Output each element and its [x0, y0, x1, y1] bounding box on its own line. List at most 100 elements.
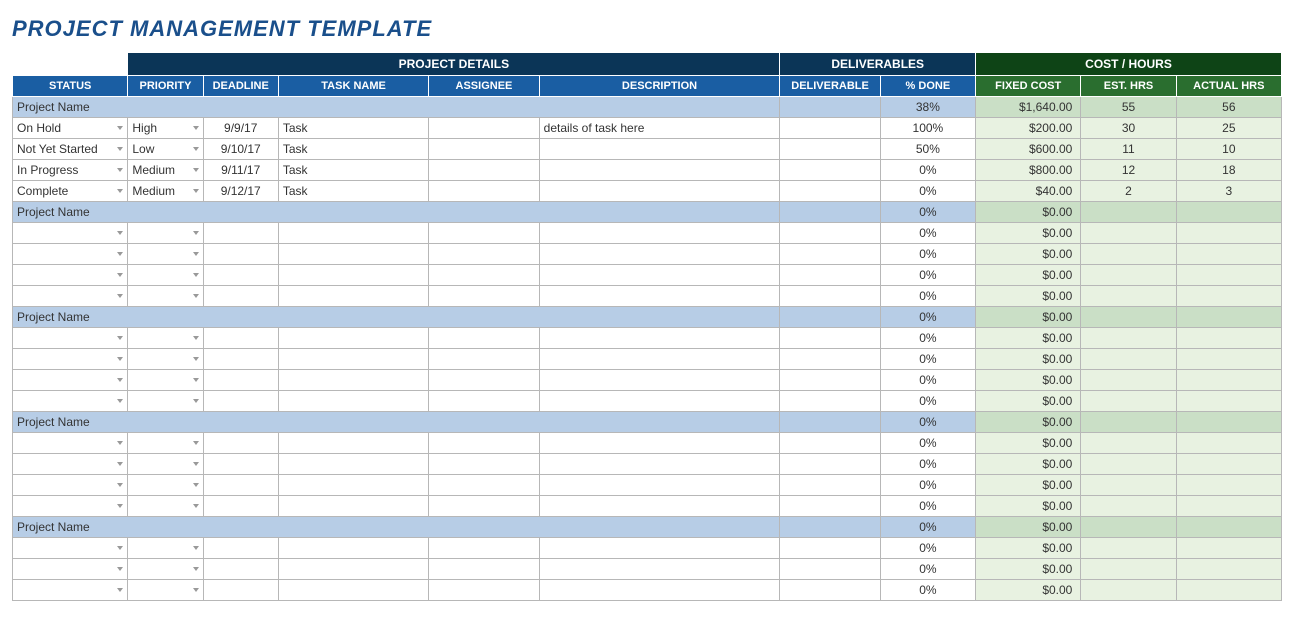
taskname-cell[interactable] — [278, 244, 428, 265]
actual-hrs-cell[interactable] — [1176, 244, 1281, 265]
status-cell[interactable] — [13, 475, 128, 496]
priority-cell[interactable] — [128, 286, 203, 307]
priority-cell[interactable] — [128, 370, 203, 391]
taskname-cell[interactable] — [278, 433, 428, 454]
percent-done-cell[interactable]: 100% — [880, 118, 975, 139]
percent-done-cell[interactable]: 0% — [880, 286, 975, 307]
fixed-cost-cell[interactable]: $0.00 — [976, 475, 1081, 496]
project-deliverable-cell[interactable] — [780, 202, 880, 223]
fixed-cost-cell[interactable]: $600.00 — [976, 139, 1081, 160]
est-hrs-cell[interactable] — [1081, 223, 1176, 244]
assignee-cell[interactable] — [429, 328, 539, 349]
deliverable-cell[interactable] — [780, 349, 880, 370]
taskname-cell[interactable] — [278, 349, 428, 370]
status-cell[interactable]: On Hold — [13, 118, 128, 139]
description-cell[interactable] — [539, 538, 780, 559]
est-hrs-cell[interactable] — [1081, 538, 1176, 559]
deliverable-cell[interactable] — [780, 328, 880, 349]
priority-cell[interactable] — [128, 349, 203, 370]
fixed-cost-cell[interactable]: $0.00 — [976, 370, 1081, 391]
actual-hrs-cell[interactable]: 3 — [1176, 181, 1281, 202]
fixed-cost-cell[interactable]: $0.00 — [976, 265, 1081, 286]
priority-cell[interactable] — [128, 328, 203, 349]
deliverable-cell[interactable] — [780, 391, 880, 412]
description-cell[interactable] — [539, 181, 780, 202]
percent-done-cell[interactable]: 0% — [880, 370, 975, 391]
priority-cell[interactable] — [128, 223, 203, 244]
assignee-cell[interactable] — [429, 118, 539, 139]
est-hrs-cell[interactable] — [1081, 496, 1176, 517]
deadline-cell[interactable] — [203, 580, 278, 601]
deliverable-cell[interactable] — [780, 538, 880, 559]
project-deliverable-cell[interactable] — [780, 517, 880, 538]
deadline-cell[interactable] — [203, 286, 278, 307]
percent-done-cell[interactable]: 0% — [880, 433, 975, 454]
priority-cell[interactable] — [128, 496, 203, 517]
priority-cell[interactable]: Low — [128, 139, 203, 160]
deadline-cell[interactable] — [203, 223, 278, 244]
status-cell[interactable] — [13, 433, 128, 454]
assignee-cell[interactable] — [429, 454, 539, 475]
deadline-cell[interactable] — [203, 328, 278, 349]
actual-hrs-cell[interactable]: 25 — [1176, 118, 1281, 139]
deliverable-cell[interactable] — [780, 370, 880, 391]
deliverable-cell[interactable] — [780, 181, 880, 202]
taskname-cell[interactable] — [278, 580, 428, 601]
assignee-cell[interactable] — [429, 391, 539, 412]
deadline-cell[interactable] — [203, 454, 278, 475]
status-cell[interactable] — [13, 286, 128, 307]
description-cell[interactable] — [539, 391, 780, 412]
percent-done-cell[interactable]: 0% — [880, 265, 975, 286]
fixed-cost-cell[interactable]: $0.00 — [976, 349, 1081, 370]
est-hrs-cell[interactable] — [1081, 265, 1176, 286]
taskname-cell[interactable] — [278, 286, 428, 307]
priority-cell[interactable]: Medium — [128, 160, 203, 181]
percent-done-cell[interactable]: 0% — [880, 559, 975, 580]
assignee-cell[interactable] — [429, 370, 539, 391]
est-hrs-cell[interactable] — [1081, 580, 1176, 601]
percent-done-cell[interactable]: 50% — [880, 139, 975, 160]
actual-hrs-cell[interactable] — [1176, 286, 1281, 307]
percent-done-cell[interactable]: 0% — [880, 223, 975, 244]
assignee-cell[interactable] — [429, 475, 539, 496]
est-hrs-cell[interactable] — [1081, 286, 1176, 307]
fixed-cost-cell[interactable]: $0.00 — [976, 559, 1081, 580]
taskname-cell[interactable] — [278, 496, 428, 517]
actual-hrs-cell[interactable] — [1176, 538, 1281, 559]
priority-cell[interactable] — [128, 433, 203, 454]
description-cell[interactable]: details of task here — [539, 118, 780, 139]
actual-hrs-cell[interactable]: 18 — [1176, 160, 1281, 181]
taskname-cell[interactable] — [278, 328, 428, 349]
taskname-cell[interactable]: Task — [278, 160, 428, 181]
deliverable-cell[interactable] — [780, 286, 880, 307]
status-cell[interactable] — [13, 223, 128, 244]
assignee-cell[interactable] — [429, 433, 539, 454]
assignee-cell[interactable] — [429, 223, 539, 244]
status-cell[interactable]: In Progress — [13, 160, 128, 181]
description-cell[interactable] — [539, 496, 780, 517]
description-cell[interactable] — [539, 580, 780, 601]
est-hrs-cell[interactable] — [1081, 244, 1176, 265]
status-cell[interactable] — [13, 454, 128, 475]
actual-hrs-cell[interactable] — [1176, 391, 1281, 412]
taskname-cell[interactable] — [278, 391, 428, 412]
deadline-cell[interactable] — [203, 391, 278, 412]
deliverable-cell[interactable] — [780, 580, 880, 601]
description-cell[interactable] — [539, 286, 780, 307]
deliverable-cell[interactable] — [780, 118, 880, 139]
actual-hrs-cell[interactable] — [1176, 328, 1281, 349]
project-name-cell[interactable]: Project Name — [13, 202, 780, 223]
taskname-cell[interactable] — [278, 475, 428, 496]
est-hrs-cell[interactable] — [1081, 349, 1176, 370]
deadline-cell[interactable] — [203, 244, 278, 265]
assignee-cell[interactable] — [429, 244, 539, 265]
est-hrs-cell[interactable] — [1081, 370, 1176, 391]
fixed-cost-cell[interactable]: $200.00 — [976, 118, 1081, 139]
actual-hrs-cell[interactable] — [1176, 454, 1281, 475]
taskname-cell[interactable] — [278, 559, 428, 580]
priority-cell[interactable] — [128, 580, 203, 601]
description-cell[interactable] — [539, 370, 780, 391]
assignee-cell[interactable] — [429, 265, 539, 286]
deliverable-cell[interactable] — [780, 223, 880, 244]
assignee-cell[interactable] — [429, 286, 539, 307]
